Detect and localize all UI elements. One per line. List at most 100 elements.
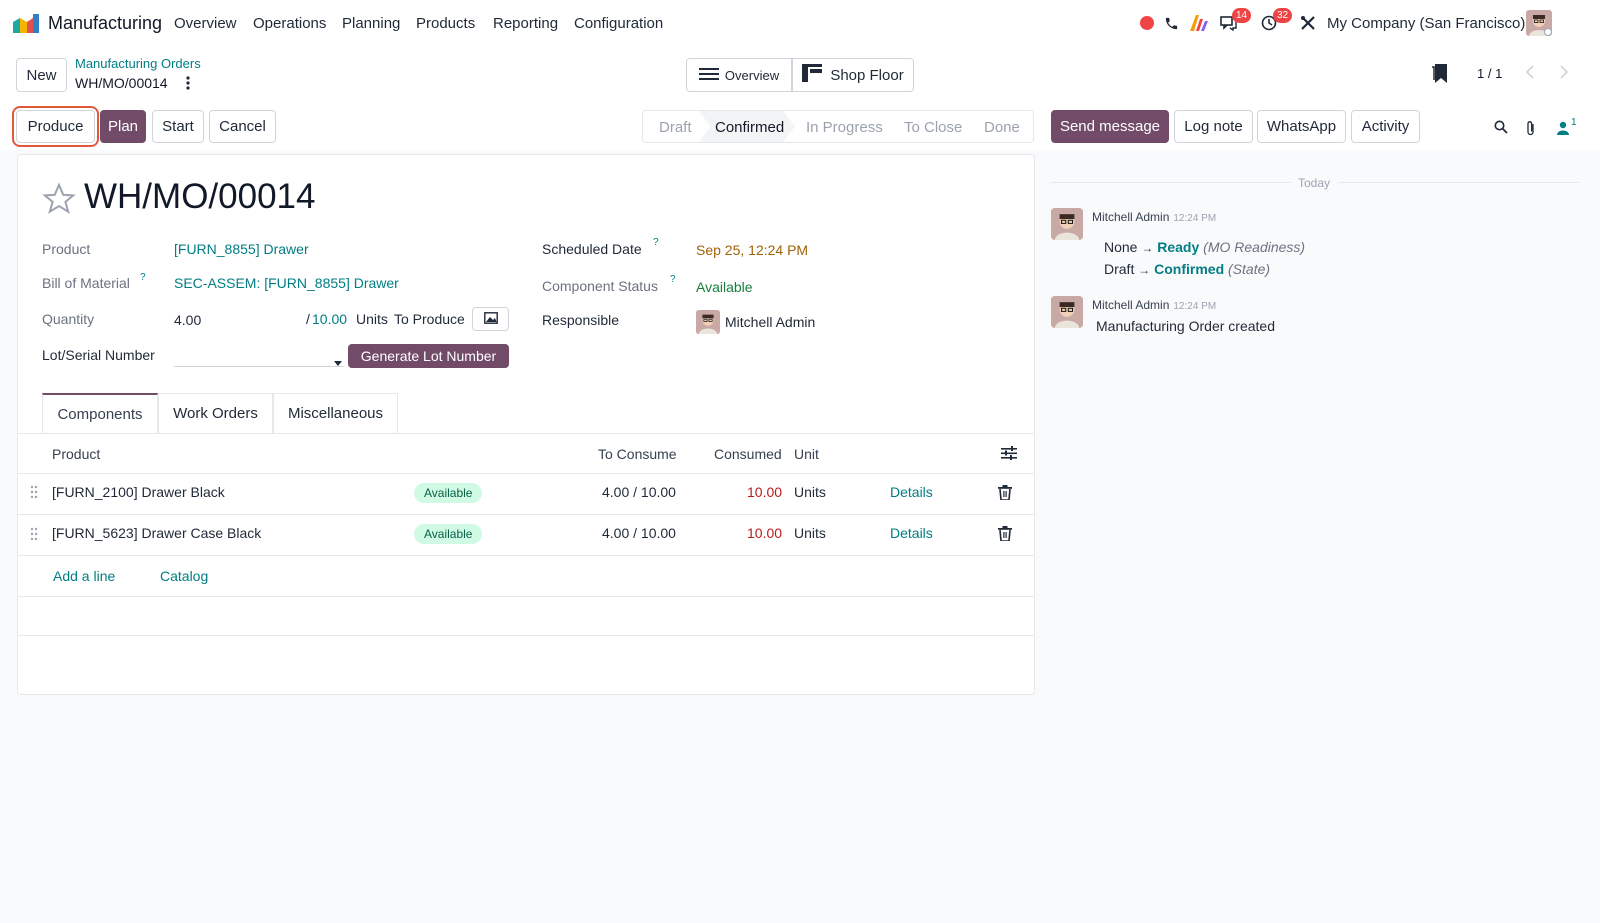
breadcrumb-current: WH/MO/00014 [75, 75, 168, 91]
menu-products[interactable]: Products [416, 15, 475, 32]
row-details-link[interactable]: Details [890, 525, 933, 541]
catalog-link[interactable]: Catalog [160, 568, 208, 584]
bom-value[interactable]: SEC-ASSEM: [FURN_8855] Drawer [174, 275, 399, 291]
stage-draft[interactable]: Draft [659, 119, 692, 136]
company-switcher[interactable]: My Company (San Francisco) [1327, 15, 1525, 32]
stage-confirmed[interactable]: Confirmed [715, 119, 784, 136]
plan-button[interactable]: Plan [100, 110, 146, 143]
pager-previous-icon[interactable] [1524, 64, 1536, 80]
record-title[interactable]: WH/MO/00014 [84, 177, 315, 217]
overview-button[interactable]: Overview [686, 58, 792, 92]
menu-operations[interactable]: Operations [253, 15, 326, 32]
followers-count: 1 [1571, 117, 1577, 128]
responsible-value[interactable]: Mitchell Admin [725, 314, 815, 330]
ai-icon[interactable] [1188, 12, 1210, 34]
start-button[interactable]: Start [152, 110, 204, 143]
tab-work-orders[interactable]: Work Orders [158, 393, 273, 433]
message-author[interactable]: Mitchell Admin 12:24 PM [1092, 298, 1216, 312]
star-icon[interactable] [42, 182, 76, 216]
tools-icon[interactable] [1297, 12, 1319, 34]
caret-down-icon[interactable] [333, 354, 343, 366]
tab-miscellaneous[interactable]: Miscellaneous [273, 393, 398, 433]
product-value[interactable]: [FURN_8855] Drawer [174, 241, 309, 257]
quantity-unit: Units [356, 311, 388, 327]
shop-floor-label: Shop Floor [830, 66, 904, 84]
column-settings-icon[interactable] [1001, 445, 1017, 461]
phone-icon[interactable] [1160, 12, 1182, 34]
stage-done[interactable]: Done [984, 119, 1020, 136]
pager-value[interactable]: 1 / 1 [1477, 66, 1502, 81]
row-product[interactable]: [FURN_2100] Drawer Black [52, 484, 225, 500]
trash-icon[interactable] [998, 526, 1012, 542]
activity-button[interactable]: Activity [1351, 110, 1420, 143]
old-value: Draft [1104, 261, 1135, 277]
row-consumed[interactable]: 10.00 [747, 484, 782, 500]
app-title[interactable]: Manufacturing [48, 13, 162, 34]
drag-handle-icon[interactable] [30, 527, 38, 541]
pager-next-icon[interactable] [1558, 64, 1570, 80]
record-actions-icon[interactable] [183, 75, 193, 91]
overview-label: Overview [724, 67, 780, 83]
menu-reporting[interactable]: Reporting [493, 15, 558, 32]
add-line-link[interactable]: Add a line [53, 568, 115, 584]
new-button[interactable]: New [16, 58, 67, 92]
tabs-divider [18, 433, 1034, 434]
stage-to-close[interactable]: To Close [904, 119, 962, 136]
author-avatar[interactable] [1051, 208, 1083, 240]
manufacturing-app-icon[interactable] [13, 14, 39, 33]
responsible-avatar [696, 310, 720, 334]
record-icon[interactable] [1136, 12, 1158, 34]
date-separator-line [1339, 182, 1579, 183]
trash-icon[interactable] [998, 485, 1012, 501]
quantity-input[interactable]: 4.00 [174, 312, 201, 328]
log-note-button[interactable]: Log note [1174, 110, 1253, 143]
generate-lot-button[interactable]: Generate Lot Number [348, 344, 509, 368]
row-details-link[interactable]: Details [890, 484, 933, 500]
column-unit[interactable]: Unit [794, 446, 819, 462]
drag-handle-icon[interactable] [30, 485, 38, 499]
component-status-help-icon[interactable]: ? [670, 274, 676, 285]
followers-icon[interactable] [1556, 121, 1570, 135]
date-separator: Today [1298, 176, 1331, 190]
menu-configuration[interactable]: Configuration [574, 15, 663, 32]
message-author[interactable]: Mitchell Admin 12:24 PM [1092, 210, 1216, 224]
component-status-value: Available [696, 279, 753, 295]
row-consumed[interactable]: 10.00 [747, 525, 782, 541]
cancel-button[interactable]: Cancel [209, 110, 276, 143]
shop-floor-button[interactable]: Shop Floor [792, 58, 914, 92]
search-icon[interactable] [1494, 120, 1508, 134]
tracking-change: Draft → Confirmed (State) [1104, 261, 1270, 277]
bookmark-icon[interactable] [1432, 64, 1448, 83]
product-label: Product [42, 241, 91, 257]
stage-in-progress[interactable]: In Progress [806, 119, 883, 136]
paperclip-icon[interactable] [1526, 120, 1536, 136]
status-bar: Draft Confirmed In Progress To Close Don… [642, 110, 1034, 143]
old-value: None [1104, 239, 1138, 255]
bom-help-icon[interactable]: ? [140, 272, 146, 283]
row-unit: Units [794, 484, 826, 500]
arrow-icon: → [1138, 263, 1151, 277]
whatsapp-button[interactable]: WhatsApp [1257, 110, 1346, 143]
scheduled-help-icon[interactable]: ? [653, 237, 659, 248]
row-unit: Units [794, 525, 826, 541]
header-divider [18, 473, 1034, 474]
image-icon [483, 311, 498, 328]
tab-components[interactable]: Components [42, 393, 158, 433]
row-product[interactable]: [FURN_5623] Drawer Case Black [52, 525, 261, 541]
scheduled-date-value[interactable]: Sep 25, 12:24 PM [696, 242, 808, 258]
column-consumed[interactable]: Consumed [714, 446, 782, 462]
column-product[interactable]: Product [52, 446, 100, 462]
column-to-consume[interactable]: To Consume [598, 446, 677, 462]
lot-input[interactable] [174, 366, 344, 367]
menu-planning[interactable]: Planning [342, 15, 400, 32]
user-avatar[interactable] [1526, 10, 1552, 36]
menu-overview[interactable]: Overview [174, 15, 237, 32]
print-labels-button[interactable] [472, 307, 509, 331]
send-message-button[interactable]: Send message [1051, 110, 1169, 143]
produce-button[interactable]: Produce [16, 110, 95, 143]
footer-divider [18, 596, 1034, 597]
quantity-label: Quantity [42, 311, 95, 327]
author-avatar[interactable] [1051, 296, 1083, 328]
availability-badge: Available [414, 524, 483, 544]
breadcrumb-parent[interactable]: Manufacturing Orders [75, 56, 201, 71]
